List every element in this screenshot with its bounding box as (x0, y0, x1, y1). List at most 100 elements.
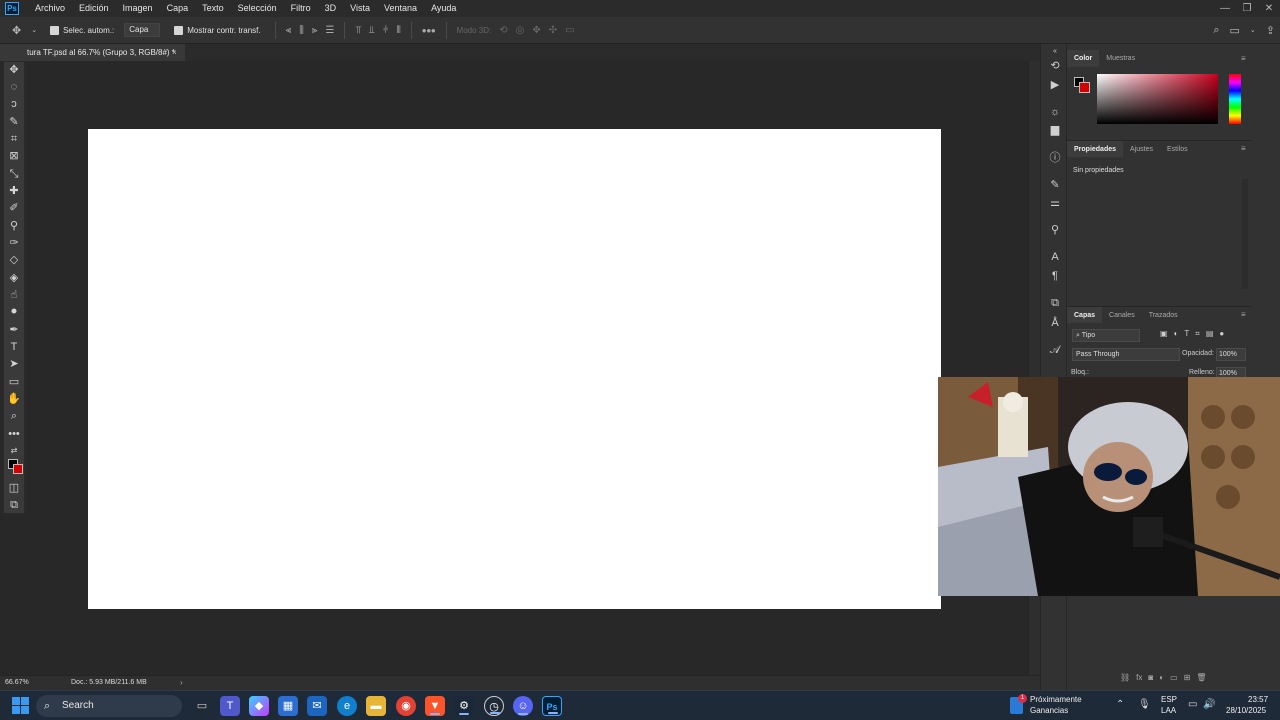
history-brush-icon[interactable]: ✑ (4, 235, 24, 252)
tab-paths[interactable]: Trazados (1142, 307, 1185, 323)
clock-date[interactable]: 28/10/2025 (1226, 706, 1266, 715)
actions-play-icon[interactable]: ▶ (1047, 77, 1063, 93)
taskbar-search[interactable]: ⌕ Search (36, 695, 182, 717)
distribute-vertical-icon[interactable]: ☰ (325, 25, 334, 36)
panel-menu-icon[interactable]: ≡ (1241, 144, 1246, 153)
new-adjustment-icon[interactable]: ◐ (1159, 673, 1164, 682)
align-left-icon[interactable]: ⫷ (286, 25, 292, 36)
menu-ayuda[interactable]: Ayuda (424, 0, 463, 17)
paragraph-icon[interactable]: ¶ (1047, 268, 1063, 284)
ellipse-marquee-icon[interactable]: ◌ (4, 79, 24, 96)
move-tool-icon[interactable]: ✥ (4, 62, 24, 79)
search-icon[interactable]: ⌕ (1213, 24, 1219, 37)
show-transform-checkbox[interactable] (174, 25, 184, 35)
discord-icon[interactable]: ☺ (513, 696, 533, 716)
file-explorer-icon[interactable]: ▬ (366, 696, 386, 716)
clone-stamp-icon[interactable]: ⚲ (4, 218, 24, 235)
clone-source-icon[interactable]: ⚲ (1047, 222, 1063, 238)
background-color-swatch[interactable] (13, 464, 23, 474)
glyphs-icon[interactable]: Å (1047, 315, 1063, 331)
pen-icon[interactable]: ✒ (4, 322, 24, 339)
character-icon[interactable]: A (1047, 249, 1063, 265)
menu-ventana[interactable]: Ventana (377, 0, 424, 17)
align-center-icon[interactable]: ⫼ (299, 25, 304, 36)
chevron-up-icon[interactable]: ⌃ (1116, 699, 1124, 710)
layer-filter-dropdown[interactable]: ⌕ Tipo (1072, 329, 1140, 342)
filter-smart-object-icon[interactable]: ▤ (1206, 329, 1214, 339)
rectangle-icon[interactable]: ▭ (4, 374, 24, 391)
tab-adjustments[interactable]: Ajustes (1123, 141, 1160, 157)
menu-edicion[interactable]: Edición (72, 0, 116, 17)
properties-scrollbar[interactable] (1242, 179, 1248, 289)
menu-archivo[interactable]: Archivo (28, 0, 72, 17)
photoshop-taskbar-icon[interactable]: Ps (542, 696, 562, 716)
auto-select-dropdown[interactable]: Capa (124, 23, 161, 37)
move-tool-icon[interactable]: ✥ (12, 24, 21, 37)
panel-menu-icon[interactable]: ≡ (1241, 310, 1246, 319)
brush-settings-icon[interactable]: ✎ (1047, 177, 1063, 193)
steam-icon[interactable]: ⚙ (454, 696, 474, 716)
close-tab-icon[interactable]: × (172, 44, 177, 61)
crop-icon[interactable]: ⌗ (4, 131, 24, 148)
teams-icon[interactable]: T (220, 696, 240, 716)
edge-icon[interactable]: e (337, 696, 357, 716)
language-indicator[interactable]: ESP (1161, 695, 1177, 704)
mail-icon[interactable]: ✉ (307, 696, 327, 716)
status-menu-icon[interactable]: › (180, 676, 183, 690)
store-icon[interactable]: ▦ (278, 696, 298, 716)
task-view-icon[interactable]: ▭ (192, 696, 212, 716)
workspace-icon[interactable]: ▭ (1230, 24, 1240, 37)
restore-icon[interactable]: ❐ (1236, 0, 1258, 17)
zoom-level[interactable]: 66.67% (5, 676, 29, 690)
brush-icon[interactable]: ✐ (4, 200, 24, 217)
panel-menu-icon[interactable]: ≡ (1241, 54, 1246, 63)
align-top-icon[interactable]: ⫪ (355, 25, 361, 36)
microphone-icon[interactable]: 🎙 (1138, 699, 1151, 710)
align-bottom-icon[interactable]: ⫩ (383, 25, 389, 36)
filter-toggle-icon[interactable]: ● (1219, 329, 1224, 339)
history-icon[interactable]: ⟲ (1047, 58, 1063, 74)
info-icon[interactable]: ⓘ (1047, 150, 1063, 166)
eraser-icon[interactable]: ◇ (4, 252, 24, 269)
new-layer-icon[interactable]: ⊞ (1184, 673, 1191, 682)
smudge-icon[interactable]: ☝ (4, 287, 24, 304)
copilot-icon[interactable]: ◆ (249, 696, 269, 716)
document-tab[interactable]: tura TF.psd al 66.7% (Grupo 3, RGB/8#) * (0, 44, 185, 61)
menu-texto[interactable]: Texto (195, 0, 231, 17)
brightness-icon[interactable]: ☼ (1047, 104, 1063, 120)
more-options-icon[interactable]: ••• (422, 23, 436, 38)
filter-shape-icon[interactable]: ⌗ (1195, 329, 1200, 339)
menu-seleccion[interactable]: Selección (231, 0, 284, 17)
auto-select-checkbox[interactable] (50, 25, 60, 35)
brave-icon[interactable]: ▼ (425, 696, 445, 716)
histogram-icon[interactable]: ▆ (1047, 122, 1063, 138)
opacity-input[interactable]: 100% (1216, 348, 1246, 361)
healing-brush-icon[interactable]: ✚ (4, 183, 24, 200)
quick-mask-icon[interactable]: ◫ (4, 480, 24, 497)
tab-swatches[interactable]: Muestras (1099, 50, 1142, 67)
frame-icon[interactable]: ⊠ (4, 148, 24, 165)
network-icon[interactable]: ▭ (1188, 699, 1197, 710)
close-icon[interactable]: ✕ (1258, 0, 1280, 17)
share-icon[interactable]: ⇪ (1266, 24, 1275, 37)
path-select-icon[interactable]: ➤ (4, 356, 24, 373)
menu-filtro[interactable]: Filtro (284, 0, 318, 17)
blend-mode-dropdown[interactable]: Pass Through (1072, 348, 1180, 361)
swap-colors-icon[interactable]: ⇄ (4, 442, 24, 459)
clock-app-icon[interactable]: ◷ (484, 696, 504, 716)
tab-styles[interactable]: Estilos (1160, 141, 1195, 157)
chevron-down-icon[interactable]: ⌄ (1250, 26, 1256, 34)
lasso-icon[interactable]: ↄ (4, 96, 24, 113)
eyedropper-icon[interactable]: ⤡ (4, 166, 24, 183)
tool-presets-icon[interactable]: ⧉ (1047, 295, 1063, 311)
tab-properties[interactable]: Propiedades (1067, 141, 1124, 157)
type-tool-icon[interactable]: T (4, 339, 24, 356)
distribute-horizontal-icon[interactable]: ⦀ (396, 25, 400, 36)
menu-vista[interactable]: Vista (343, 0, 377, 17)
chevron-down-icon[interactable]: ⌄ (31, 26, 37, 34)
menu-3d[interactable]: 3D (318, 0, 344, 17)
add-mask-icon[interactable]: ◙ (1148, 673, 1153, 682)
quick-select-icon[interactable]: ✎ (4, 114, 24, 131)
minimize-icon[interactable]: — (1214, 0, 1236, 17)
character-styles-icon[interactable]: 𝒜 (1047, 342, 1063, 358)
